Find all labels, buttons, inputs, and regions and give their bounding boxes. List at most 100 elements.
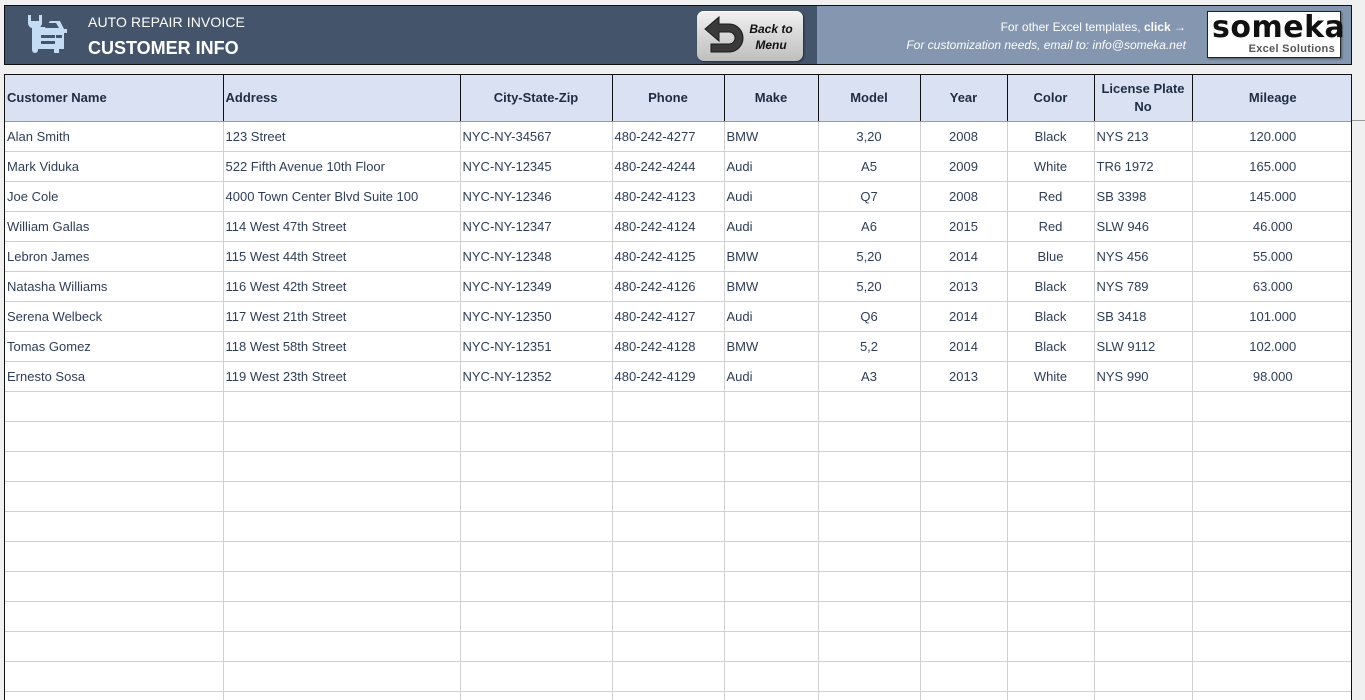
cell-customer-name[interactable]: Lebron James (5, 241, 224, 272)
cell-model[interactable]: A5 (818, 151, 921, 182)
empty-cell-address[interactable] (223, 391, 461, 422)
cell-make[interactable]: BMW (724, 121, 819, 152)
empty-cell-model[interactable] (818, 691, 921, 700)
empty-cell-address[interactable] (223, 571, 461, 602)
cell-model[interactable]: 5,2 (818, 331, 921, 362)
empty-cell-address[interactable] (223, 631, 461, 662)
empty-cell-city-state-zip[interactable] (460, 421, 613, 452)
column-header-model[interactable]: Model (818, 75, 921, 122)
empty-cell-customer-name[interactable] (5, 571, 224, 602)
cell-city-state-zip[interactable]: NYC-NY-12345 (460, 151, 613, 182)
empty-cell-model[interactable] (818, 451, 921, 482)
cell-make[interactable]: Audi (724, 181, 819, 212)
empty-cell-mileage[interactable] (1192, 541, 1351, 572)
empty-cell-customer-name[interactable] (5, 541, 224, 572)
empty-cell-model[interactable] (818, 571, 921, 602)
empty-cell-year[interactable] (920, 571, 1008, 602)
empty-cell-city-state-zip[interactable] (460, 541, 613, 572)
cell-address[interactable]: 117 West 21th Street (223, 301, 461, 332)
empty-cell-mileage[interactable] (1192, 511, 1351, 542)
cell-model[interactable]: Q6 (818, 301, 921, 332)
cell-color[interactable]: Black (1007, 271, 1095, 302)
empty-cell-model[interactable] (818, 541, 921, 572)
column-header-color[interactable]: Color (1007, 75, 1095, 122)
cell-mileage[interactable]: 101.000 (1192, 301, 1351, 332)
column-header-mileage[interactable]: Mileage (1192, 75, 1351, 122)
empty-cell-license-plate[interactable] (1094, 571, 1193, 602)
empty-cell-address[interactable] (223, 421, 461, 452)
empty-cell-address[interactable] (223, 601, 461, 632)
empty-cell-make[interactable] (724, 601, 819, 632)
empty-cell-city-state-zip[interactable] (460, 571, 613, 602)
empty-cell-city-state-zip[interactable] (460, 601, 613, 632)
empty-cell-color[interactable] (1007, 421, 1095, 452)
empty-cell-address[interactable] (223, 541, 461, 572)
empty-cell-customer-name[interactable] (5, 601, 224, 632)
empty-cell-year[interactable] (920, 481, 1008, 512)
empty-cell-mileage[interactable] (1192, 451, 1351, 482)
empty-cell-phone[interactable] (612, 451, 725, 482)
column-header-customer-name[interactable]: Customer Name (5, 75, 224, 122)
column-header-make[interactable]: Make (724, 75, 819, 122)
empty-cell-city-state-zip[interactable] (460, 691, 613, 700)
empty-cell-customer-name[interactable] (5, 511, 224, 542)
empty-cell-address[interactable] (223, 691, 461, 700)
empty-cell-model[interactable] (818, 601, 921, 632)
empty-cell-color[interactable] (1007, 391, 1095, 422)
cell-year[interactable]: 2014 (920, 241, 1008, 272)
cell-model[interactable]: 5,20 (818, 241, 921, 272)
empty-cell-model[interactable] (818, 481, 921, 512)
empty-cell-license-plate[interactable] (1094, 511, 1193, 542)
cell-make[interactable]: Audi (724, 151, 819, 182)
empty-cell-phone[interactable] (612, 481, 725, 512)
cell-mileage[interactable]: 63.000 (1192, 271, 1351, 302)
cell-customer-name[interactable]: William Gallas (5, 211, 224, 242)
empty-cell-address[interactable] (223, 451, 461, 482)
empty-cell-year[interactable] (920, 691, 1008, 700)
empty-cell-mileage[interactable] (1192, 631, 1351, 662)
empty-cell-license-plate[interactable] (1094, 391, 1193, 422)
empty-cell-mileage[interactable] (1192, 691, 1351, 700)
cell-color[interactable]: Black (1007, 331, 1095, 362)
cell-make[interactable]: BMW (724, 271, 819, 302)
empty-cell-mileage[interactable] (1192, 661, 1351, 692)
cell-license-plate[interactable]: NYS 456 (1094, 241, 1193, 272)
cell-license-plate[interactable]: SLW 946 (1094, 211, 1193, 242)
cell-year[interactable]: 2014 (920, 331, 1008, 362)
empty-cell-model[interactable] (818, 391, 921, 422)
empty-cell-color[interactable] (1007, 661, 1095, 692)
column-header-license-plate[interactable]: License Plate No (1094, 75, 1193, 122)
cell-year[interactable]: 2013 (920, 361, 1008, 392)
cell-model[interactable]: A6 (818, 211, 921, 242)
empty-cell-customer-name[interactable] (5, 391, 224, 422)
empty-cell-model[interactable] (818, 661, 921, 692)
cell-phone[interactable]: 480-242-4125 (612, 241, 725, 272)
empty-cell-color[interactable] (1007, 451, 1095, 482)
cell-year[interactable]: 2013 (920, 271, 1008, 302)
cell-address[interactable]: 118 West 58th Street (223, 331, 461, 362)
cell-phone[interactable]: 480-242-4124 (612, 211, 725, 242)
empty-cell-address[interactable] (223, 511, 461, 542)
cell-customer-name[interactable]: Serena Welbeck (5, 301, 224, 332)
cell-license-plate[interactable]: NYS 789 (1094, 271, 1193, 302)
templates-click-link[interactable]: click → (1144, 20, 1186, 34)
empty-cell-customer-name[interactable] (5, 421, 224, 452)
empty-cell-color[interactable] (1007, 481, 1095, 512)
empty-cell-make[interactable] (724, 661, 819, 692)
empty-cell-license-plate[interactable] (1094, 631, 1193, 662)
empty-cell-year[interactable] (920, 451, 1008, 482)
cell-year[interactable]: 2014 (920, 301, 1008, 332)
empty-cell-phone[interactable] (612, 571, 725, 602)
cell-customer-name[interactable]: Natasha Williams (5, 271, 224, 302)
empty-cell-make[interactable] (724, 421, 819, 452)
cell-city-state-zip[interactable]: NYC-NY-12346 (460, 181, 613, 212)
cell-customer-name[interactable]: Ernesto Sosa (5, 361, 224, 392)
cell-mileage[interactable]: 145.000 (1192, 181, 1351, 212)
cell-mileage[interactable]: 165.000 (1192, 151, 1351, 182)
cell-year[interactable]: 2008 (920, 121, 1008, 152)
cell-make[interactable]: Audi (724, 361, 819, 392)
cell-make[interactable]: BMW (724, 241, 819, 272)
cell-license-plate[interactable]: NYS 213 (1094, 121, 1193, 152)
cell-color[interactable]: Black (1007, 121, 1095, 152)
empty-cell-phone[interactable] (612, 511, 725, 542)
